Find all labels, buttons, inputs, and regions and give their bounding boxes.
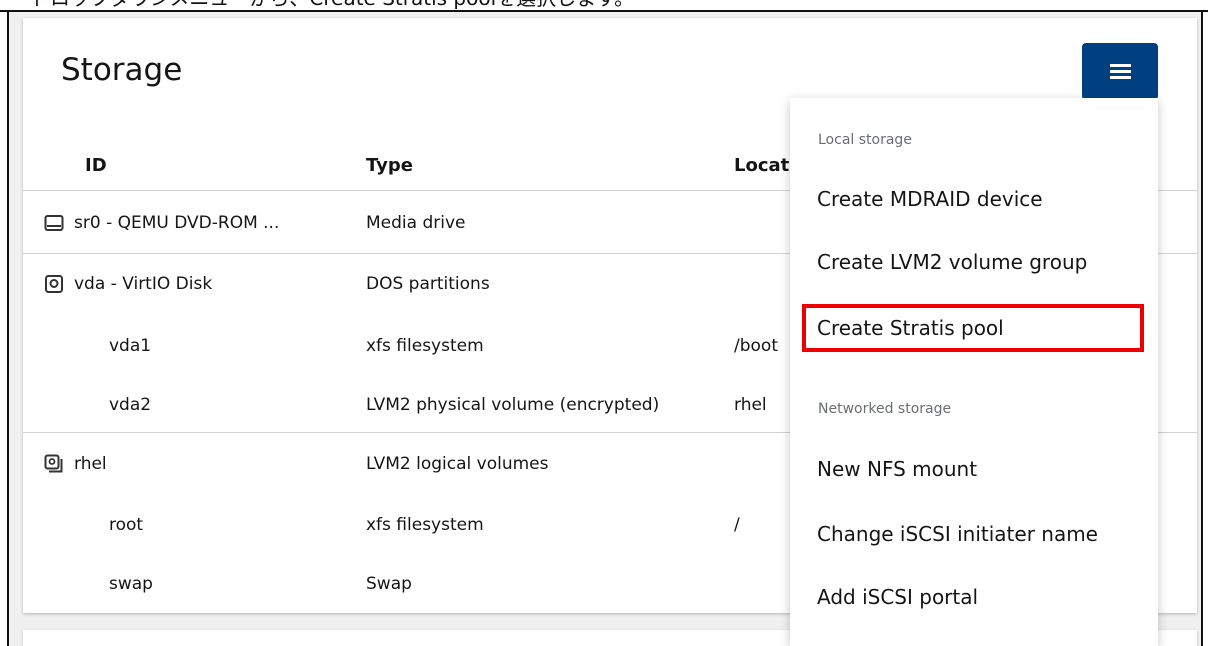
row-type: xfs filesystem xyxy=(366,515,484,535)
row-type: LVM2 physical volume (encrypted) xyxy=(366,395,660,415)
menu-item-create-mdraid[interactable]: Create MDRAID device xyxy=(790,168,1158,230)
row-type: LVM2 logical volumes xyxy=(366,454,549,474)
hamburger-menu-icon xyxy=(1110,64,1131,80)
menu-item-create-lvm2-vg[interactable]: Create LVM2 volume group xyxy=(790,231,1158,293)
row-id: root xyxy=(109,515,144,535)
row-id: vda1 xyxy=(109,336,152,356)
optical-drive-icon xyxy=(44,215,64,231)
volume-group-icon xyxy=(44,454,63,473)
column-header-type[interactable]: Type xyxy=(366,155,413,176)
row-id: vda2 xyxy=(109,395,152,415)
row-location: rhel xyxy=(734,395,767,415)
storage-dropdown-menu: Local storage Create MDRAID device Creat… xyxy=(790,98,1158,646)
row-id: rhel xyxy=(74,454,107,474)
menu-item-new-nfs-mount[interactable]: New NFS mount xyxy=(790,438,1158,500)
disk-icon xyxy=(45,275,63,293)
row-location: / xyxy=(734,515,740,535)
row-type: Media drive xyxy=(366,213,466,233)
highlight-box xyxy=(802,304,1144,352)
row-type: xfs filesystem xyxy=(366,336,484,356)
row-location: /boot xyxy=(734,336,778,356)
row-id: vda - VirtIO Disk xyxy=(74,274,213,294)
menu-item-change-iscsi-initiator[interactable]: Change iSCSI initiater name xyxy=(790,503,1158,565)
menu-group-label-networked: Networked storage xyxy=(818,401,952,417)
row-id: sr0 - QEMU DVD-ROM ... xyxy=(74,213,280,233)
page-title: Storage xyxy=(61,52,183,88)
menu-group-label-local: Local storage xyxy=(818,132,912,148)
row-type: DOS partitions xyxy=(366,274,490,294)
instruction-caption: ドロップダウンメニューから、Create Stratis poolを選択します。 xyxy=(30,0,634,9)
menu-item-add-iscsi-portal[interactable]: Add iSCSI portal xyxy=(790,566,1158,628)
frame-border-left xyxy=(7,12,9,646)
frame-border-right xyxy=(1201,12,1203,646)
column-header-id[interactable]: ID xyxy=(85,155,107,176)
row-id: swap xyxy=(109,574,153,594)
storage-menu-button[interactable] xyxy=(1082,43,1158,100)
row-type: Swap xyxy=(366,574,412,594)
